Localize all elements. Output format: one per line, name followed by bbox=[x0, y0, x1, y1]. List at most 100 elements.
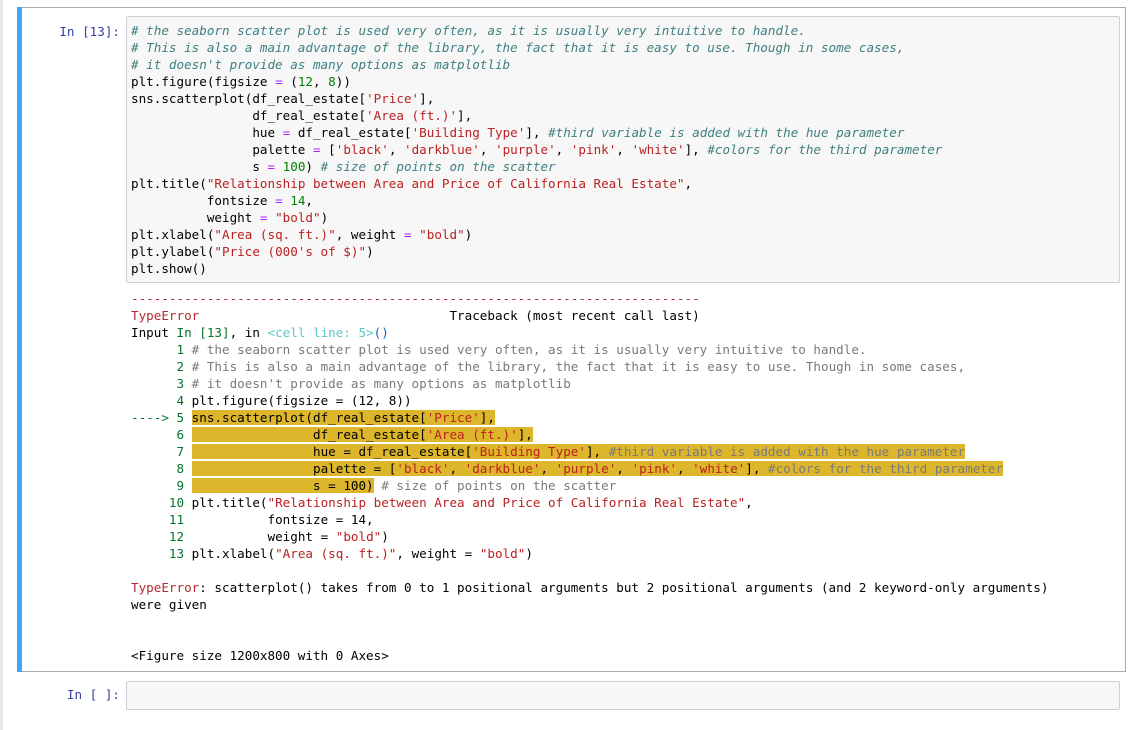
code-token: weight = bbox=[191, 529, 336, 544]
code-token: , weight = bbox=[396, 546, 480, 561]
code-token: <cell line: 5> bbox=[267, 325, 374, 340]
code-token: 9 bbox=[131, 478, 192, 493]
output-line: 1 # the seaborn scatter plot is used ver… bbox=[131, 341, 1111, 358]
code-token: 'pink' bbox=[570, 142, 617, 157]
code-token: plt.title( bbox=[131, 176, 207, 191]
code-token: 7 bbox=[131, 444, 192, 459]
code-token: # the seaborn scatter plot is used very … bbox=[131, 23, 806, 38]
code-token: # size of points on the scatter bbox=[373, 478, 617, 493]
code-token: ], bbox=[419, 91, 435, 106]
code-lines: # the seaborn scatter plot is used very … bbox=[131, 22, 942, 277]
code-token: "Area (sq. ft.)" bbox=[275, 546, 397, 561]
code-token: hue = df_real_estate[ bbox=[191, 444, 473, 459]
code-token: ----------------------------------------… bbox=[131, 291, 700, 306]
output-line: 4 plt.figure(figsize = (12, 8)) bbox=[131, 392, 1111, 409]
code-line: # the seaborn scatter plot is used very … bbox=[131, 22, 942, 39]
code-line: weight = "bold") bbox=[131, 209, 942, 226]
code-token: , bbox=[745, 495, 753, 510]
code-token: "Relationship between Area and Price of … bbox=[206, 176, 685, 191]
output-line: 2 # This is also a main advantage of the… bbox=[131, 358, 1111, 375]
code-token: 'darkblue' bbox=[404, 142, 480, 157]
code-token: sns.scatterplot(df_real_estate[ bbox=[191, 410, 427, 425]
code-token: 'pink' bbox=[631, 461, 677, 476]
code-token: plt.show() bbox=[131, 261, 207, 276]
code-token: ) bbox=[381, 529, 389, 544]
code-line: s = 100) # size of points on the scatter bbox=[131, 158, 942, 175]
code-token: 'black' bbox=[396, 461, 450, 476]
next-cell-prompt: In [ ]: bbox=[66, 687, 120, 702]
code-token: 13 bbox=[131, 546, 192, 561]
code-token: #colors for the third parameter bbox=[767, 461, 1004, 476]
code-token: , weight bbox=[335, 227, 404, 242]
code-token: plt.xlabel( bbox=[131, 227, 215, 242]
code-token: fontsize bbox=[131, 193, 276, 208]
code-token: ) bbox=[464, 227, 473, 242]
code-input[interactable]: # the seaborn scatter plot is used very … bbox=[126, 16, 1120, 283]
selected-cell-indicator bbox=[17, 7, 22, 672]
code-line: df_real_estate['Area (ft.)'], bbox=[131, 107, 942, 124]
output-line: TypeError Traceback (most recent call la… bbox=[131, 307, 1111, 324]
code-token: 'Building Type' bbox=[411, 125, 526, 140]
code-token: 3 bbox=[131, 376, 192, 391]
code-token: , bbox=[555, 142, 571, 157]
code-token: , bbox=[684, 176, 693, 191]
code-token: "bold" bbox=[419, 227, 465, 242]
code-token: "Price (000's of $)" bbox=[214, 244, 367, 259]
code-token: sns.scatterplot(df_real_estate[ bbox=[131, 91, 367, 106]
code-token: = bbox=[275, 193, 283, 208]
code-token: 1 bbox=[131, 342, 192, 357]
code-token: "Relationship between Area and Price of … bbox=[267, 495, 746, 510]
code-token: = bbox=[403, 227, 412, 242]
code-token: "Area (sq. ft.)" bbox=[214, 227, 336, 242]
code-token: 'Building Type' bbox=[472, 444, 586, 459]
code-token: Traceback (most recent call last) bbox=[199, 308, 700, 323]
code-token: , in bbox=[229, 325, 268, 340]
code-token: df_real_estate[ bbox=[290, 125, 412, 140]
code-line: sns.scatterplot(df_real_estate['Price'], bbox=[131, 90, 942, 107]
code-token: plt.ylabel( bbox=[131, 244, 215, 259]
code-token: 12 bbox=[131, 529, 192, 544]
code-token: <Figure size 1200x800 with 0 Axes> bbox=[131, 648, 389, 663]
code-token: ) bbox=[366, 244, 374, 259]
code-token: [ bbox=[320, 142, 336, 157]
code-token: ) bbox=[305, 159, 321, 174]
code-token: )) bbox=[335, 74, 351, 89]
code-token: # it doesn't provide as many options as … bbox=[191, 376, 571, 391]
output-line: 3 # it doesn't provide as many options a… bbox=[131, 375, 1111, 392]
output-line: 10 plt.title("Relationship between Area … bbox=[131, 494, 1111, 511]
empty-code-input[interactable] bbox=[126, 681, 1120, 710]
code-token: plt.xlabel( bbox=[191, 546, 276, 561]
code-token: 4 bbox=[131, 393, 192, 408]
code-token: "bold" bbox=[335, 529, 382, 544]
code-token: were given bbox=[131, 597, 207, 612]
code-token: 100 bbox=[282, 159, 306, 174]
code-token: weight bbox=[131, 210, 260, 225]
code-token: , bbox=[313, 74, 329, 89]
code-token: () bbox=[373, 325, 389, 340]
code-line: plt.ylabel("Price (000's of $)") bbox=[131, 243, 942, 260]
code-token: 'Price' bbox=[366, 91, 420, 106]
code-token: 'white' bbox=[631, 142, 685, 157]
output-line: Input In [13], in <cell line: 5>() bbox=[131, 324, 1111, 341]
code-token: = bbox=[259, 210, 268, 225]
code-token: ], bbox=[684, 142, 708, 157]
code-line: # This is also a main advantage of the l… bbox=[131, 39, 942, 56]
code-token: palette bbox=[131, 142, 313, 157]
code-line: plt.show() bbox=[131, 260, 942, 277]
code-token: , bbox=[449, 461, 465, 476]
code-token: ----> 5 bbox=[131, 410, 192, 425]
code-line: plt.xlabel("Area (sq. ft.)", weight = "b… bbox=[131, 226, 942, 243]
code-token: In [13] bbox=[176, 325, 230, 340]
code-token: ], bbox=[745, 461, 768, 476]
code-token: ], bbox=[525, 125, 549, 140]
code-token: 'purple' bbox=[495, 142, 556, 157]
code-token: plt.title( bbox=[191, 495, 268, 510]
output-line: TypeError: scatterplot() takes from 0 to… bbox=[131, 579, 1111, 596]
code-line: palette = ['black', 'darkblue', 'purple'… bbox=[131, 141, 942, 158]
code-token: 8 bbox=[131, 461, 192, 476]
code-token: ) bbox=[320, 210, 329, 225]
code-token: ], bbox=[457, 108, 473, 123]
code-token: hue bbox=[131, 125, 283, 140]
code-token: TypeError bbox=[131, 580, 200, 595]
error-output: ----------------------------------------… bbox=[131, 290, 1111, 664]
